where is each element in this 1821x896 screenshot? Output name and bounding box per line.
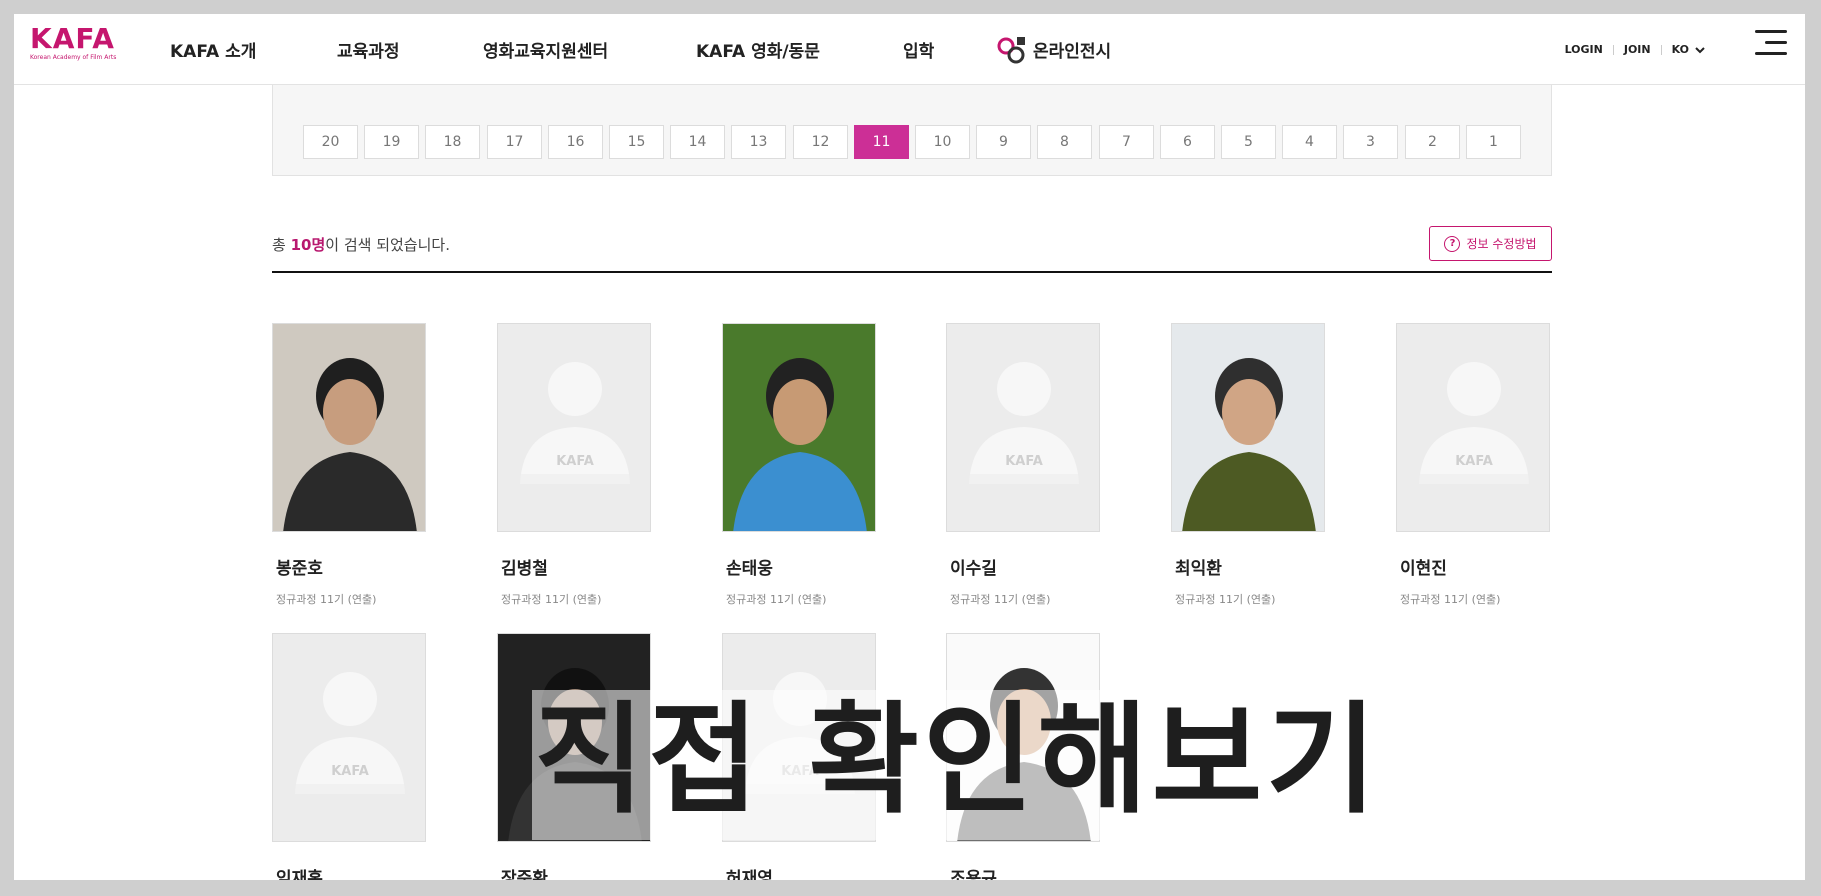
- person-card[interactable]: 봉준호정규과정 11기 (연출): [272, 323, 428, 607]
- generation-19-button[interactable]: 19: [364, 125, 419, 159]
- edit-guide-label: 정보 수정방법: [1466, 237, 1537, 251]
- divider: [1612, 44, 1614, 55]
- anniversary-logo-icon: [997, 36, 1025, 63]
- person-card[interactable]: KAFA 임재홍: [272, 633, 428, 880]
- person-name[interactable]: 이수길: [950, 554, 1102, 579]
- nav-education-center[interactable]: 영화교육지원센터: [483, 14, 608, 85]
- generation-11-button[interactable]: 11: [854, 125, 909, 159]
- nav-curriculum[interactable]: 교육과정: [337, 14, 400, 85]
- question-icon: ?: [1444, 235, 1461, 252]
- generation-13-button[interactable]: 13: [731, 125, 786, 159]
- overlay-caption: 직접 확인해보기: [534, 691, 1381, 830]
- placeholder-watermark: KAFA: [556, 454, 594, 469]
- placeholder-photo[interactable]: KAFA: [946, 323, 1100, 532]
- person-name[interactable]: 봉준호: [276, 554, 428, 579]
- nav-about[interactable]: KAFA 소개: [170, 14, 256, 85]
- nav-films-alumni[interactable]: KAFA 영화/동문: [696, 14, 820, 85]
- person-name[interactable]: 김병철: [501, 554, 653, 579]
- generation-10-button[interactable]: 10: [915, 125, 970, 159]
- generation-9-button[interactable]: 9: [976, 125, 1031, 159]
- placeholder-photo[interactable]: KAFA: [497, 323, 651, 532]
- placeholder-photo[interactable]: KAFA: [1396, 323, 1550, 532]
- person-name[interactable]: 최익환: [1175, 554, 1327, 579]
- profile-photo[interactable]: [1171, 323, 1325, 532]
- person-course: 정규과정 11기 (연출): [1400, 593, 1501, 606]
- generation-6-button[interactable]: 6: [1160, 125, 1215, 159]
- generation-7-button[interactable]: 7: [1099, 125, 1154, 159]
- generation-18-button[interactable]: 18: [425, 125, 480, 159]
- person-course: 정규과정 11기 (연출): [950, 593, 1051, 606]
- person-name[interactable]: 허재영: [726, 864, 878, 880]
- result-summary: 총 10명이 검색 되었습니다.: [272, 234, 450, 255]
- person-course: 정규과정 11기 (연출): [726, 593, 827, 606]
- result-suffix: 이 검색 되었습니다.: [325, 236, 450, 254]
- language-label: KO: [1671, 43, 1689, 56]
- person-name[interactable]: 손태웅: [726, 554, 878, 579]
- chevron-down-icon: [1695, 46, 1705, 53]
- placeholder-watermark: KAFA: [1005, 454, 1043, 469]
- person-name[interactable]: 이현진: [1400, 554, 1552, 579]
- generation-5-button[interactable]: 5: [1221, 125, 1276, 159]
- generation-4-button[interactable]: 4: [1282, 125, 1337, 159]
- login-link[interactable]: LOGIN: [1565, 43, 1603, 56]
- divider: [1660, 44, 1662, 55]
- profile-photo[interactable]: [722, 323, 876, 532]
- generation-8-button[interactable]: 8: [1037, 125, 1092, 159]
- result-divider: [272, 271, 1552, 273]
- logo-subtitle: Korean Academy of Film Arts: [30, 54, 117, 61]
- logo-text: KAFA: [30, 22, 115, 55]
- generation-3-button[interactable]: 3: [1343, 125, 1398, 159]
- person-card[interactable]: KAFA 김병철정규과정 11기 (연출): [497, 323, 653, 607]
- generation-16-button[interactable]: 16: [548, 125, 603, 159]
- person-name[interactable]: 조용규: [950, 864, 1102, 880]
- menu-icon[interactable]: [1755, 30, 1787, 56]
- generation-1-button[interactable]: 1: [1466, 125, 1521, 159]
- person-course: 정규과정 11기 (연출): [501, 593, 602, 606]
- person-course: 정규과정 11기 (연출): [1175, 593, 1276, 606]
- person-name[interactable]: 장준환: [501, 864, 653, 880]
- kafa-logo[interactable]: KAFA Korean Academy of Film Arts: [30, 22, 117, 64]
- result-prefix: 총: [272, 236, 291, 254]
- person-name[interactable]: 임재홍: [276, 864, 428, 880]
- profile-photo[interactable]: [272, 323, 426, 532]
- placeholder-watermark: KAFA: [1455, 454, 1493, 469]
- edit-guide-button[interactable]: ? 정보 수정방법: [1429, 226, 1552, 261]
- browser-viewport: KAFA Korean Academy of Film Arts KAFA 소개…: [14, 14, 1805, 880]
- generation-2-button[interactable]: 2: [1405, 125, 1460, 159]
- generation-14-button[interactable]: 14: [670, 125, 725, 159]
- generation-20-button[interactable]: 20: [303, 125, 358, 159]
- language-selector[interactable]: KO: [1672, 43, 1705, 56]
- site-header: KAFA Korean Academy of Film Arts KAFA 소개…: [14, 14, 1805, 85]
- join-link[interactable]: JOIN: [1624, 43, 1651, 56]
- person-card[interactable]: KAFA 이현진정규과정 11기 (연출): [1396, 323, 1552, 607]
- nav-online-exhibition-label: 온라인전시: [1033, 42, 1112, 62]
- nav-online-exhibition[interactable]: 온라인전시: [997, 14, 1111, 85]
- person-card[interactable]: 손태웅정규과정 11기 (연출): [722, 323, 878, 607]
- placeholder-watermark: KAFA: [331, 764, 369, 779]
- generation-15-button[interactable]: 15: [609, 125, 664, 159]
- person-card[interactable]: 최익환정규과정 11기 (연출): [1171, 323, 1327, 607]
- person-course: 정규과정 11기 (연출): [276, 593, 377, 606]
- placeholder-photo[interactable]: KAFA: [272, 633, 426, 842]
- generation-12-button[interactable]: 12: [793, 125, 848, 159]
- utility-links: LOGIN JOIN KO: [1565, 14, 1705, 85]
- result-count: 10명: [290, 236, 326, 254]
- generation-17-button[interactable]: 17: [487, 125, 542, 159]
- person-card[interactable]: KAFA 이수길정규과정 11기 (연출): [946, 323, 1102, 607]
- nav-admission[interactable]: 입학: [903, 14, 934, 85]
